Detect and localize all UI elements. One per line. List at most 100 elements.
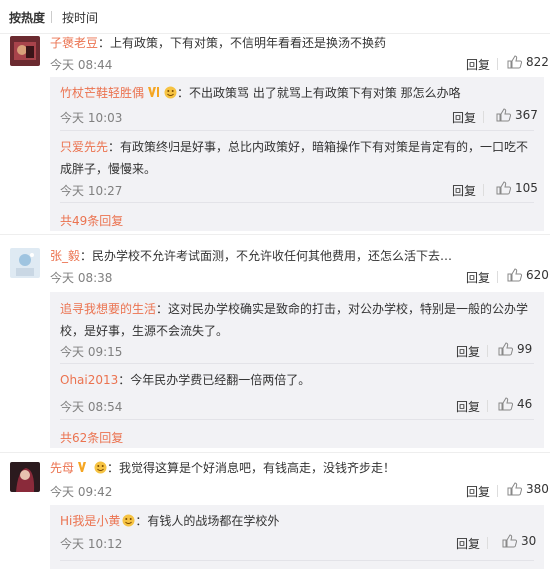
like-count: 822 <box>526 55 549 69</box>
thumbs-up-icon <box>496 181 512 195</box>
reply-divider <box>60 202 534 203</box>
like-button[interactable]: 46 <box>498 397 532 411</box>
comment-content: 张_毅：民办学校不允许考试面测，不允许收任何其他费用，还怎么活下去… <box>50 247 538 265</box>
thumbs-up-icon <box>507 268 523 282</box>
action-divider <box>487 400 488 412</box>
comment-item: 先母 ：我觉得这算是个好消息吧，有钱高走，没钱齐步走！ 今天 09:42 回复 3… <box>0 459 550 569</box>
reply-button[interactable]: 回复 <box>466 483 490 500</box>
like-button[interactable]: 99 <box>498 342 532 356</box>
reply-button[interactable]: 回复 <box>466 269 490 286</box>
vip-badge-icon <box>78 462 87 472</box>
comment-text: ：我觉得这算是个好消息吧，有钱高走，没钱齐步走！ <box>107 461 396 475</box>
sort-by-hot-tab[interactable]: 按热度 <box>9 9 45 26</box>
like-button[interactable]: 367 <box>496 108 538 122</box>
comment-text: ：上有政策，下有对策，不信明年看看还是换汤不换药 <box>98 36 387 50</box>
comment-username[interactable]: 先母 <box>50 461 74 475</box>
comment-timestamp: 今天 09:42 <box>50 485 113 499</box>
reply-text: ：有钱人的战场都在学校外 <box>135 514 280 528</box>
emoji-icon <box>164 86 177 99</box>
reply-content: Ohai2013：今年民办学费已经翻一倍两倍了。 <box>60 369 534 391</box>
comment-username[interactable]: 张_毅 <box>50 249 80 263</box>
action-divider <box>487 537 488 549</box>
reply-divider <box>60 560 534 561</box>
reply-username[interactable]: 竹杖芒鞋轻胜偶 <box>60 86 144 100</box>
reply-button[interactable]: 回复 <box>452 109 476 126</box>
comment-item: 子褒老豆：上有政策，下有对策，不信明年看看还是换汤不换药 今天 08:44 回复… <box>0 34 550 235</box>
action-divider <box>487 345 488 357</box>
reply-username[interactable]: 只爱先先 <box>60 140 108 154</box>
sort-divider <box>51 11 52 23</box>
comment-timestamp: 今天 08:38 <box>50 271 113 285</box>
like-count: 105 <box>515 181 538 195</box>
reply-button[interactable]: 回复 <box>456 535 480 552</box>
thumbs-up-icon <box>496 108 512 122</box>
avatar[interactable] <box>10 36 40 66</box>
sort-bar: 按热度 按时间 <box>0 0 550 34</box>
avatar[interactable] <box>10 248 40 278</box>
reply-content: Hi我是小黄 ：有钱人的战场都在学校外 <box>60 510 534 532</box>
comment-divider <box>0 452 550 453</box>
action-divider <box>497 271 498 283</box>
reply-divider <box>60 419 534 420</box>
like-button[interactable]: 105 <box>496 181 538 195</box>
reply-text: ：有政策终归是好事，总比内政策好，暗箱操作下有对策是肯定有的，一口吃不成胖子，慢… <box>60 140 529 176</box>
thumbs-up-icon <box>507 482 523 496</box>
reply-item: Hi我是小黄 ：有钱人的战场都在学校外 今天 10:12 回复 30 <box>50 505 544 561</box>
comment-username[interactable]: 子褒老豆 <box>50 36 98 50</box>
like-count: 99 <box>517 342 533 356</box>
reply-timestamp: 今天 09:15 <box>60 345 123 359</box>
view-more-replies-link[interactable]: 共62条回复 <box>60 429 123 446</box>
reply-item: 只爱先先：有政策终归是好事，总比内政策好，暗箱操作下有对策是肯定有的，一口吃不成… <box>50 131 544 203</box>
comment-text: ：民办学校不允许考试面测，不允许收任何其他费用，还怎么活下去… <box>80 249 453 263</box>
like-button[interactable]: 30 <box>502 534 536 548</box>
reply-username[interactable]: 追寻我想要的生活 <box>60 302 156 316</box>
comment-content: 子褒老豆：上有政策，下有对策，不信明年看看还是换汤不换药 <box>50 34 538 52</box>
avatar[interactable] <box>10 462 40 492</box>
reply-item: 竹杖芒鞋轻胜偶 ：不出政策骂 出了就骂上有政策下有对策 那怎么办咯 今天 10:0… <box>50 77 544 131</box>
emoji-icon <box>94 461 107 474</box>
like-count: 30 <box>521 534 537 548</box>
reply-item: 追寻我想要的生活：这对民办学校确实是致命的打击，对公办学校，特别是一般的公办学校… <box>50 292 544 364</box>
reply-username[interactable]: Ohai2013 <box>60 373 118 387</box>
reply-content: 竹杖芒鞋轻胜偶 ：不出政策骂 出了就骂上有政策下有对策 那怎么办咯 <box>60 82 534 104</box>
like-count: 46 <box>517 397 533 411</box>
emoji-icon <box>122 514 135 527</box>
action-divider <box>483 184 484 196</box>
reply-content: 只爱先先：有政策终归是好事，总比内政策好，暗箱操作下有对策是肯定有的，一口吃不成… <box>60 136 534 180</box>
action-divider <box>483 111 484 123</box>
reply-button[interactable]: 回复 <box>456 343 480 360</box>
reply-timestamp: 今天 10:03 <box>60 111 123 125</box>
reply-timestamp: 今天 10:12 <box>60 537 123 551</box>
reply-timestamp: 今天 10:27 <box>60 184 123 198</box>
like-count: 367 <box>515 108 538 122</box>
reply-button[interactable]: 回复 <box>452 182 476 199</box>
like-count: 620 <box>526 268 549 282</box>
reply-username[interactable]: Hi我是小黄 <box>60 514 120 528</box>
like-button[interactable]: 822 <box>507 55 549 69</box>
like-button[interactable]: 620 <box>507 268 549 282</box>
action-divider <box>497 58 498 70</box>
like-count: 380 <box>526 482 549 496</box>
sort-by-time-tab[interactable]: 按时间 <box>62 9 98 26</box>
like-button[interactable]: 380 <box>507 482 549 496</box>
reply-timestamp: 今天 08:54 <box>60 400 123 414</box>
reply-item: Ohai2013：今年民办学费已经翻一倍两倍了。 今天 08:54 回复 46 <box>50 364 544 420</box>
reply-button[interactable]: 回复 <box>456 398 480 415</box>
comment-content: 先母 ：我觉得这算是个好消息吧，有钱高走，没钱齐步走！ <box>50 459 538 477</box>
reply-button[interactable]: 回复 <box>466 56 490 73</box>
vip-badge-icon <box>148 87 160 97</box>
action-divider <box>497 485 498 497</box>
view-more-replies-link[interactable]: 共49条回复 <box>60 212 123 229</box>
reply-content: 追寻我想要的生活：这对民办学校确实是致命的打击，对公办学校，特别是一般的公办学校… <box>60 298 534 342</box>
comment-timestamp: 今天 08:44 <box>50 58 113 72</box>
thumbs-up-icon <box>507 55 523 69</box>
reply-box: Hi我是小黄 ：有钱人的战场都在学校外 今天 10:12 回复 30 <box>50 505 544 569</box>
reply-box: 追寻我想要的生活：这对民办学校确实是致命的打击，对公办学校，特别是一般的公办学校… <box>50 292 544 448</box>
comment-item: 张_毅：民办学校不允许考试面测，不允许收任何其他费用，还怎么活下去… 今天 08… <box>0 244 550 453</box>
reply-text: ：今年民办学费已经翻一倍两倍了。 <box>118 373 311 387</box>
thumbs-up-icon <box>502 534 518 548</box>
thumbs-up-icon <box>498 342 514 356</box>
thumbs-up-icon <box>498 397 514 411</box>
reply-text: ：不出政策骂 出了就骂上有政策下有对策 那怎么办咯 <box>177 86 461 100</box>
comment-divider <box>0 234 550 235</box>
